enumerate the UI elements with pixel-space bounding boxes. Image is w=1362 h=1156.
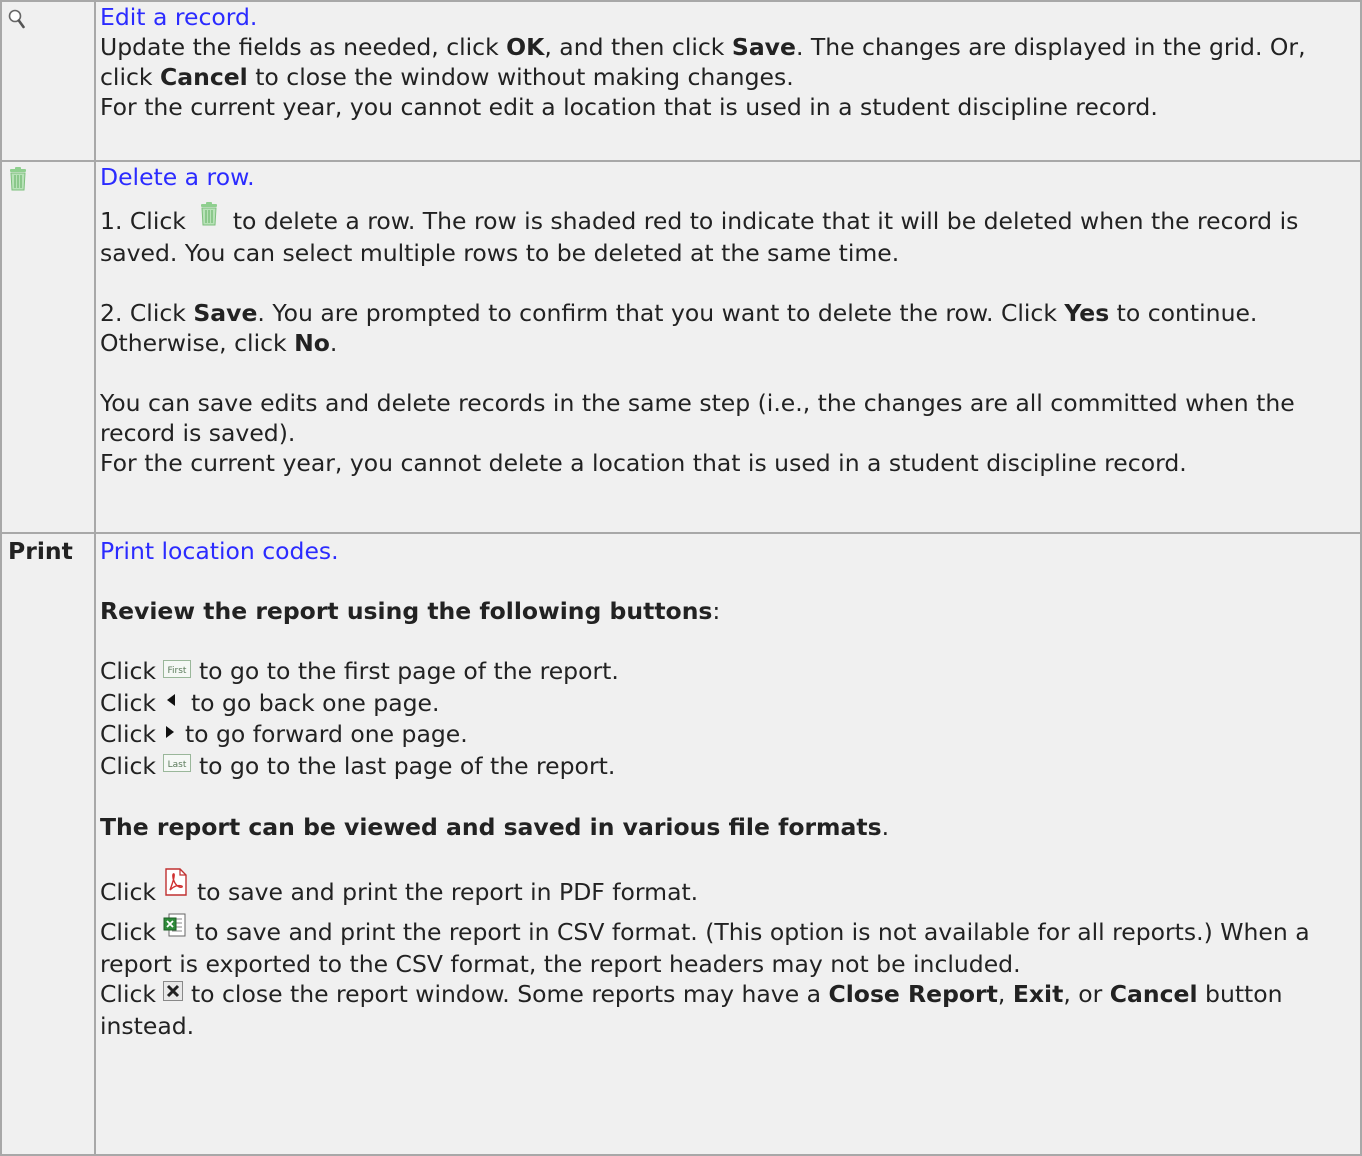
delete-step-2: 2. Click Save. You are prompted to confi… bbox=[100, 299, 1258, 357]
pdf-line: Click to save and print the report in PD… bbox=[100, 868, 1356, 911]
triangle-right-icon bbox=[163, 718, 177, 748]
table-row-delete: Delete a row. 1. Click to delete a row. … bbox=[0, 160, 1362, 534]
last-page-button-icon: Last bbox=[163, 749, 192, 779]
edit-instructions: Update the fields as needed, click OK, a… bbox=[100, 33, 1306, 91]
close-report-icon bbox=[163, 978, 184, 1008]
edit-record-link[interactable]: Edit a record. bbox=[100, 2, 1356, 32]
help-table: Edit a record. Update the fields as need… bbox=[0, 0, 1362, 1156]
edit-restriction-note: For the current year, you cannot edit a … bbox=[100, 93, 1158, 121]
delete-step-1: 1. Click to delete a row. The row is sha… bbox=[100, 202, 1356, 268]
key-cell bbox=[0, 0, 96, 162]
print-location-codes-link[interactable]: Print location codes. bbox=[100, 534, 1356, 566]
csv-line: Click to save and print the report in CS… bbox=[100, 913, 1356, 979]
print-key-label: Print bbox=[8, 537, 73, 565]
description-cell: Edit a record. Update the fields as need… bbox=[94, 0, 1362, 162]
svg-text:Last: Last bbox=[168, 760, 187, 770]
key-cell bbox=[0, 160, 96, 534]
key-cell: Print bbox=[0, 532, 96, 1156]
triangle-left-icon bbox=[163, 686, 179, 716]
table-row-print: Print Print location codes. Review the r… bbox=[0, 532, 1362, 1156]
trash-icon bbox=[8, 167, 28, 198]
csv-spreadsheet-icon bbox=[163, 913, 187, 944]
first-page-line: Click First to go to the first page of t… bbox=[100, 656, 1356, 688]
delete-note-same-step: You can save edits and delete records in… bbox=[100, 389, 1295, 447]
description-cell: Delete a row. 1. Click to delete a row. … bbox=[94, 160, 1362, 534]
magnifier-icon bbox=[8, 6, 26, 36]
pdf-icon bbox=[163, 868, 189, 903]
table-row-edit: Edit a record. Update the fields as need… bbox=[0, 0, 1362, 162]
trash-icon bbox=[199, 202, 219, 233]
forward-page-line: Click to go forward one page. bbox=[100, 719, 1356, 751]
review-heading: Review the report using the following bu… bbox=[100, 597, 721, 625]
delete-restriction-note: For the current year, you cannot delete … bbox=[100, 449, 1187, 477]
formats-heading: The report can be viewed and saved in va… bbox=[100, 813, 890, 841]
svg-text:First: First bbox=[168, 666, 187, 676]
close-line: Click to close the report window. Some r… bbox=[100, 979, 1356, 1041]
description-cell: Print location codes. Review the report … bbox=[94, 532, 1362, 1156]
last-page-line: Click Last to go to the last page of the… bbox=[100, 751, 1356, 783]
back-page-line: Click to go back one page. bbox=[100, 688, 1356, 720]
first-page-button-icon: First bbox=[163, 655, 192, 685]
delete-row-link[interactable]: Delete a row. bbox=[100, 162, 1356, 192]
